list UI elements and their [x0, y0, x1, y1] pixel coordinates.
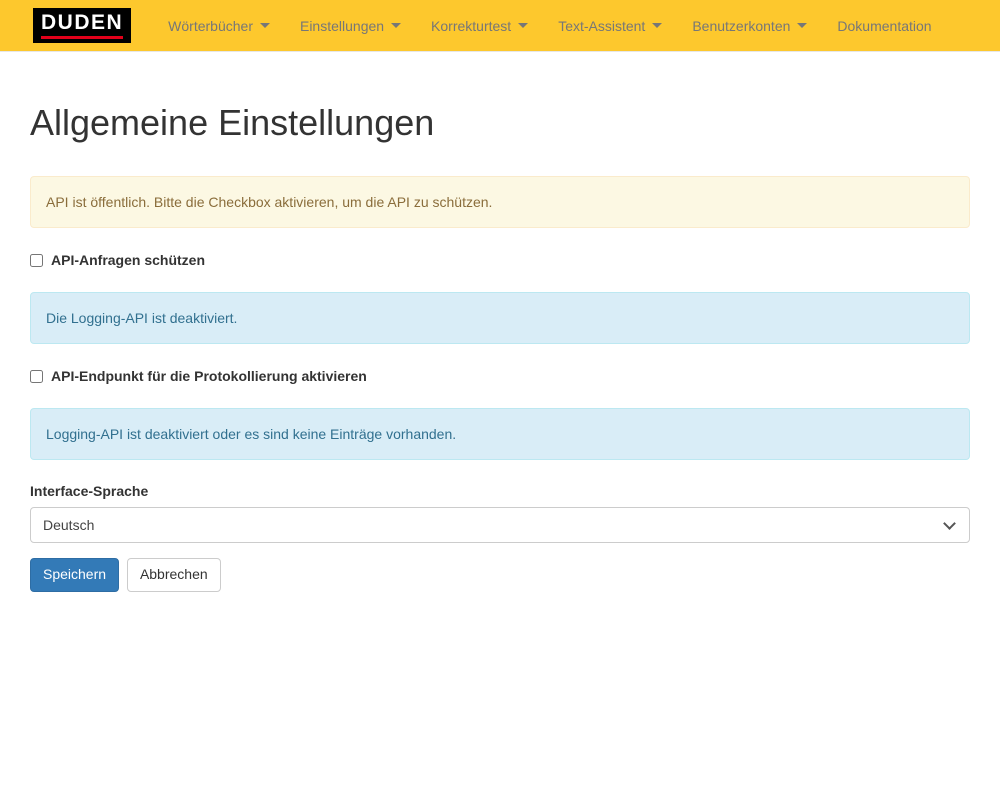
nav-item-dokumentation: Dokumentation [822, 0, 946, 51]
nav-link-einstellungen[interactable]: Einstellungen [285, 0, 416, 51]
alert-logging-state: Die Logging-API ist deaktiviert. [30, 292, 970, 344]
caret-down-icon [260, 23, 270, 28]
nav-item-korrekturtest: Korrekturtest [416, 0, 543, 51]
protect-api-label[interactable]: API-Anfragen schützen [30, 252, 970, 268]
main-nav: Wörterbücher Einstellungen Korrekturtest [153, 0, 946, 51]
alert-logging-empty: Logging-API ist deaktiviert oder es sind… [30, 408, 970, 460]
nav-label: Einstellungen [300, 18, 384, 34]
nav-label: Dokumentation [837, 18, 931, 34]
nav-label: Text-Assistent [558, 18, 645, 34]
nav-link-text-assistent[interactable]: Text-Assistent [543, 0, 677, 51]
duden-logo[interactable]: DUDEN [33, 8, 131, 43]
protect-api-checkbox[interactable] [30, 254, 43, 267]
navbar: DUDEN Wörterbücher Einstellungen Korrekt… [0, 0, 1000, 52]
save-button[interactable]: Speichern [30, 558, 119, 592]
nav-item-benutzerkonten: Benutzerkonten [677, 0, 822, 51]
language-select[interactable]: Deutsch [30, 507, 970, 543]
caret-down-icon [518, 23, 528, 28]
nav-label: Korrekturtest [431, 18, 511, 34]
button-row: Speichern Abbrechen [30, 558, 970, 592]
caret-down-icon [797, 23, 807, 28]
navbar-inner: DUDEN Wörterbücher Einstellungen Korrekt… [15, 0, 985, 51]
alert-api-public: API ist öffentlich. Bitte die Checkbox a… [30, 176, 970, 228]
language-select-wrap: Deutsch [30, 507, 970, 543]
enable-logging-checkbox[interactable] [30, 370, 43, 383]
main-content: Allgemeine Einstellungen API ist öffentl… [30, 103, 970, 592]
nav-label: Wörterbücher [168, 18, 253, 34]
nav-item-woerterbuecher: Wörterbücher [153, 0, 285, 51]
cancel-button[interactable]: Abbrechen [127, 558, 221, 592]
caret-down-icon [391, 23, 401, 28]
nav-link-woerterbuecher[interactable]: Wörterbücher [153, 0, 285, 51]
enable-logging-label-text: API-Endpunkt für die Protokollierung akt… [51, 368, 367, 384]
nav-link-korrekturtest[interactable]: Korrekturtest [416, 0, 543, 51]
caret-down-icon [652, 23, 662, 28]
nav-link-dokumentation[interactable]: Dokumentation [822, 0, 946, 51]
enable-logging-label[interactable]: API-Endpunkt für die Protokollierung akt… [30, 368, 970, 384]
nav-item-text-assistent: Text-Assistent [543, 0, 677, 51]
nav-label: Benutzerkonten [692, 18, 790, 34]
nav-item-einstellungen: Einstellungen [285, 0, 416, 51]
duden-logo-text: DUDEN [41, 12, 123, 39]
language-label: Interface-Sprache [30, 483, 970, 499]
protect-api-label-text: API-Anfragen schützen [51, 252, 205, 268]
checkbox-group-protect-api: API-Anfragen schützen [30, 252, 970, 268]
nav-link-benutzerkonten[interactable]: Benutzerkonten [677, 0, 822, 51]
page-title: Allgemeine Einstellungen [30, 103, 970, 143]
checkbox-group-enable-logging: API-Endpunkt für die Protokollierung akt… [30, 368, 970, 384]
